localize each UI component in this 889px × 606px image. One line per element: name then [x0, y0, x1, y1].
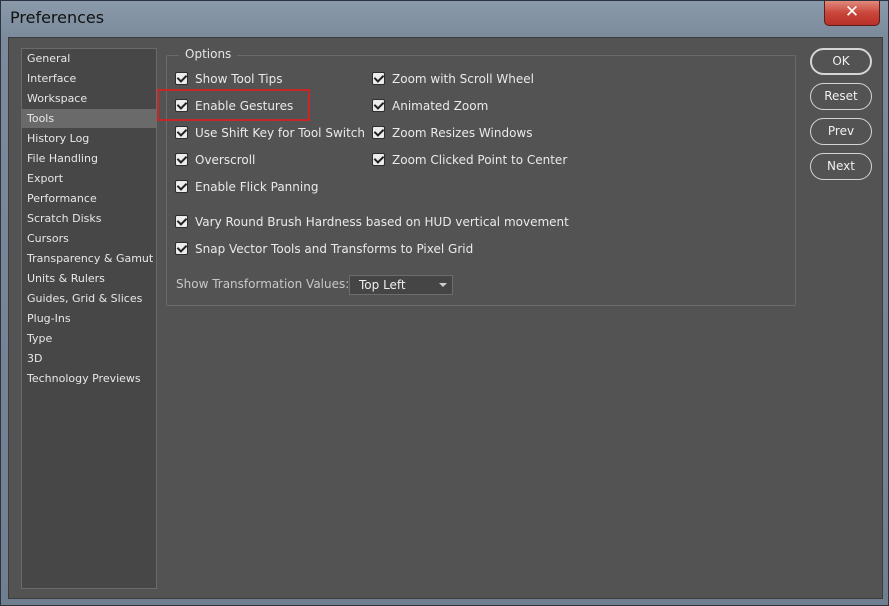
- checkbox-label: Zoom Resizes Windows: [392, 126, 533, 140]
- highlight-box: [157, 89, 310, 121]
- sidebar-item-general[interactable]: General: [22, 49, 156, 68]
- sidebar-item-performance[interactable]: Performance: [22, 189, 156, 208]
- sidebar-item-file-handling[interactable]: File Handling: [22, 149, 156, 168]
- checkbox-checked-icon[interactable]: [372, 99, 385, 112]
- transformation-values-label: Show Transformation Values:: [176, 277, 350, 291]
- sidebar-item-workspace[interactable]: Workspace: [22, 89, 156, 108]
- sidebar-item-cursors[interactable]: Cursors: [22, 229, 156, 248]
- sidebar-item-3d[interactable]: 3D: [22, 349, 156, 368]
- checkbox-checked-icon[interactable]: [372, 72, 385, 85]
- checkbox-label: Enable Flick Panning: [195, 180, 319, 194]
- checkbox-label: Overscroll: [195, 153, 256, 167]
- checkbox-checked-icon[interactable]: [372, 126, 385, 139]
- checkbox-checked-icon[interactable]: [372, 153, 385, 166]
- title-bar[interactable]: Preferences ✕: [1, 1, 888, 37]
- checkbox-label: Zoom Clicked Point to Center: [392, 153, 568, 167]
- checkbox-checked-icon[interactable]: [175, 242, 188, 255]
- sidebar-item-guides-grid-slices[interactable]: Guides, Grid & Slices: [22, 289, 156, 308]
- next-button[interactable]: Next: [810, 153, 872, 180]
- sidebar-item-interface[interactable]: Interface: [22, 69, 156, 88]
- sidebar-item-units-rulers[interactable]: Units & Rulers: [22, 269, 156, 288]
- checkbox-checked-icon[interactable]: [175, 72, 188, 85]
- checkbox-checked-icon[interactable]: [175, 215, 188, 228]
- ok-button[interactable]: OK: [810, 48, 872, 75]
- options-legend: Options: [179, 47, 238, 61]
- preferences-sidebar: General Interface Workspace Tools Histor…: [21, 48, 157, 589]
- preferences-window: Preferences ✕ General Interface Workspac…: [0, 0, 889, 606]
- checkbox-label: Show Tool Tips: [195, 72, 283, 86]
- checkbox-label: Animated Zoom: [392, 99, 489, 113]
- chevron-down-icon: [439, 283, 447, 287]
- checkbox-checked-icon[interactable]: [175, 153, 188, 166]
- checkbox-label: Use Shift Key for Tool Switch: [195, 126, 366, 140]
- sidebar-item-export[interactable]: Export: [22, 169, 156, 188]
- window-title: Preferences: [10, 8, 105, 27]
- checkbox-checked-icon[interactable]: [175, 126, 188, 139]
- select-value: Top Left: [359, 278, 406, 292]
- sidebar-item-transparency-gamut[interactable]: Transparency & Gamut: [22, 249, 156, 268]
- close-button[interactable]: ✕: [824, 1, 880, 26]
- reset-button[interactable]: Reset: [810, 83, 872, 110]
- sidebar-item-scratch-disks[interactable]: Scratch Disks: [22, 209, 156, 228]
- close-icon: ✕: [844, 2, 860, 22]
- transformation-values-select[interactable]: Top Left: [349, 275, 453, 295]
- checkbox-label: Snap Vector Tools and Transforms to Pixe…: [195, 242, 474, 256]
- sidebar-item-technology-previews[interactable]: Technology Previews: [22, 369, 156, 388]
- dialog-body: General Interface Workspace Tools Histor…: [8, 37, 883, 599]
- prev-button[interactable]: Prev: [810, 118, 872, 145]
- checkbox-checked-icon[interactable]: [175, 180, 188, 193]
- sidebar-item-tools[interactable]: Tools: [22, 109, 156, 128]
- checkbox-label: Zoom with Scroll Wheel: [392, 72, 534, 86]
- sidebar-item-history-log[interactable]: History Log: [22, 129, 156, 148]
- sidebar-item-type[interactable]: Type: [22, 329, 156, 348]
- checkbox-label: Vary Round Brush Hardness based on HUD v…: [195, 215, 569, 229]
- sidebar-item-plug-ins[interactable]: Plug-Ins: [22, 309, 156, 328]
